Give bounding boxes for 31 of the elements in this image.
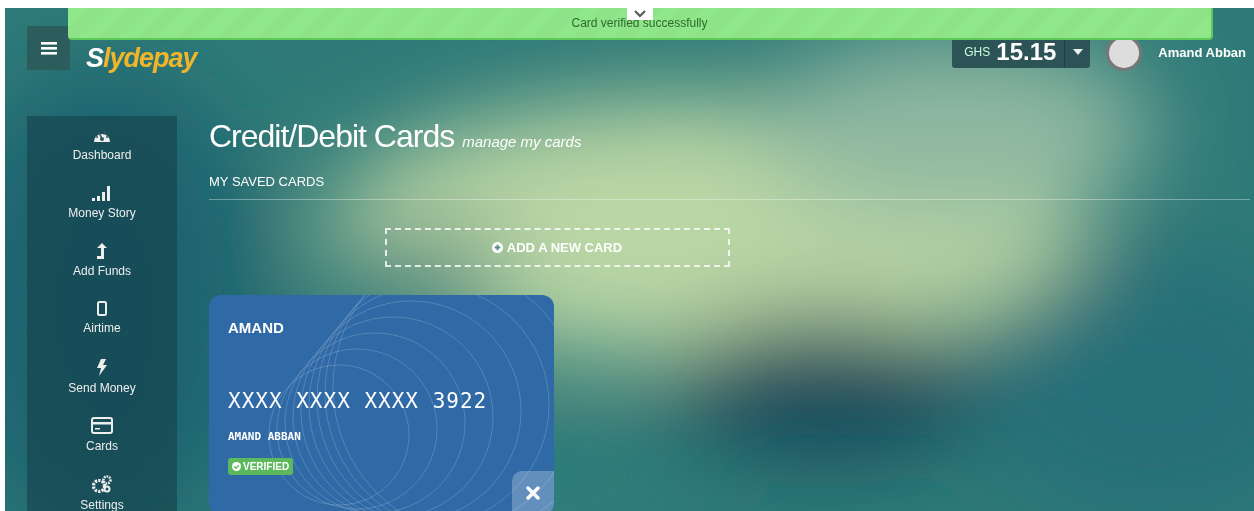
- sidebar-item[interactable]: Settings: [80, 495, 124, 511]
- phone-icon: [97, 300, 107, 316]
- logo[interactable]: Slydepay: [86, 38, 197, 79]
- sidebar-item[interactable]: Dashboard: [72, 145, 132, 164]
- user-name[interactable]: Amand Abban: [1158, 43, 1246, 63]
- plus-circle-icon: [491, 242, 503, 253]
- bar-chart-icon: [91, 184, 113, 201]
- credit-card[interactable]: AMAND XXXX XXXX XXXX 3922 AMAND ABBAN VERIFIED: [209, 295, 554, 511]
- credit-card-icon: [91, 416, 113, 434]
- caret-icon: [1072, 48, 1083, 55]
- verified-badge: VERIFIED: [228, 457, 294, 475]
- card-number: XXXX XXXX XXXX 3922: [228, 387, 489, 415]
- lightning-icon: [97, 358, 107, 376]
- chevron-down-icon[interactable]: [627, 8, 653, 20]
- sidebar-item[interactable]: Send Money: [68, 378, 136, 397]
- toast-message: Card verified successfully: [571, 15, 708, 32]
- section-heading: MY SAVED CARDS: [209, 172, 326, 191]
- sidebar-item[interactable]: Money Story: [68, 203, 136, 222]
- sidebar-item[interactable]: Cards: [86, 436, 118, 455]
- menu-button[interactable]: [27, 26, 70, 70]
- page-title: Credit/Debit Cards: [209, 116, 455, 156]
- close-icon: [526, 486, 540, 500]
- sidebar-item[interactable]: Add Funds: [72, 261, 131, 280]
- arrow-up-icon: [96, 242, 108, 259]
- page-subtitle: manage my cards: [462, 131, 582, 152]
- cardholder-name: AMAND ABBAN: [228, 429, 302, 445]
- sidebar-item[interactable]: Airtime: [83, 318, 121, 337]
- menu-icon: [40, 41, 57, 55]
- gears-icon: [91, 474, 113, 493]
- card-label: AMAND: [228, 318, 285, 338]
- delete-card-button[interactable]: [512, 471, 554, 511]
